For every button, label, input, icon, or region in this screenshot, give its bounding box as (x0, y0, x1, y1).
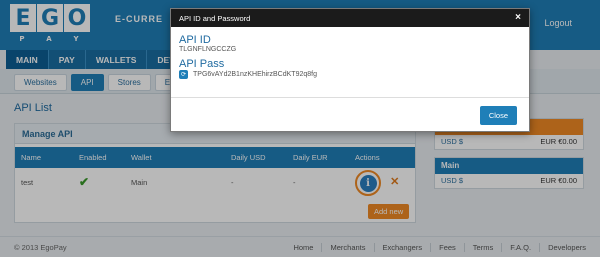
refresh-icon[interactable]: ⟳ (179, 70, 188, 79)
modal-header: API ID and Password × (171, 9, 529, 27)
close-icon[interactable]: × (515, 12, 521, 23)
api-pass-row: ⟳ TPG6vAYd2B1nzKHEhirzBCdKT92q8fg (179, 70, 521, 79)
modal-title: API ID and Password (179, 14, 251, 23)
modal-body: API ID TLGNFLNGCCZG API Pass ⟳ TPG6vAYd2… (171, 27, 529, 86)
api-credentials-modal: API ID and Password × API ID TLGNFLNGCCZ… (170, 8, 530, 132)
api-id-label: API ID (179, 34, 211, 46)
close-button[interactable]: Close (479, 106, 517, 125)
api-pass-label: API Pass (179, 58, 225, 70)
modal-footer: Close (171, 97, 529, 131)
api-pass-value: TPG6vAYd2B1nzKHEhirzBCdKT92q8fg (193, 71, 317, 78)
api-id-value: TLGNFLNGCCZG (179, 46, 237, 53)
